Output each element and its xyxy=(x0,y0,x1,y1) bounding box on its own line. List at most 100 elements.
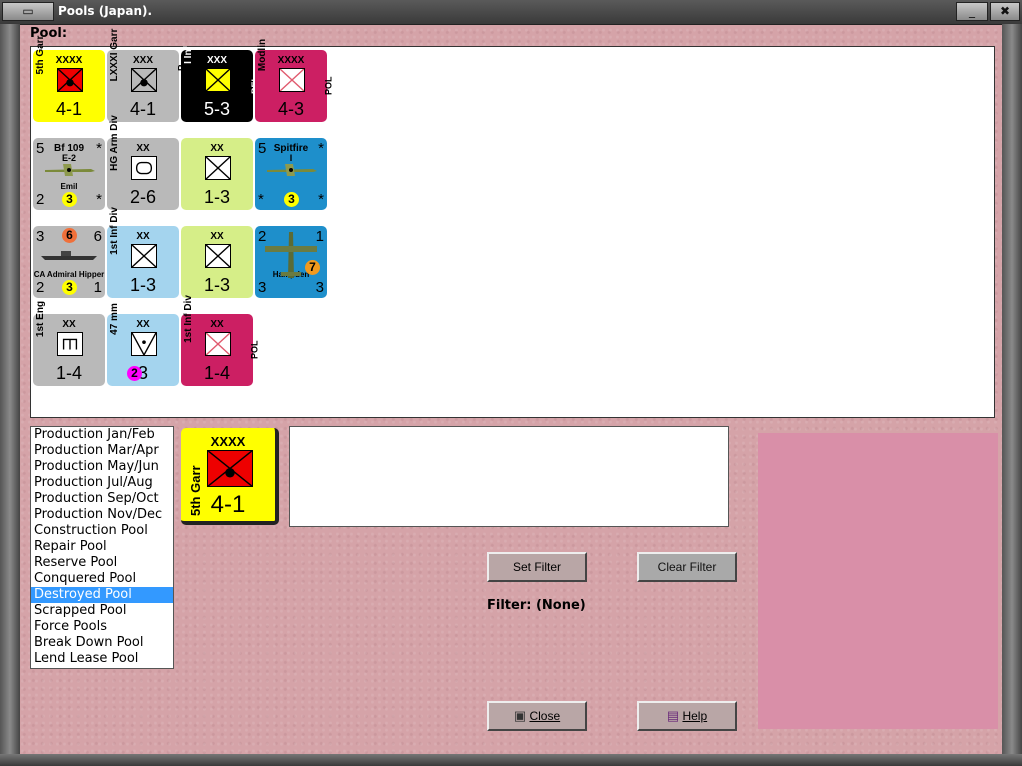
clear-filter-button[interactable]: Clear Filter xyxy=(637,552,737,582)
pool-type-list[interactable]: Production Jan/Feb Production Mar/Apr Prod… xyxy=(30,426,174,669)
counter-corner-value: 1 xyxy=(93,279,102,296)
unit-counter[interactable]: XXXX 5th Garr 4-1 xyxy=(33,36,105,122)
unit-symbol-icon xyxy=(205,156,231,180)
close-window-button[interactable]: ✖ xyxy=(990,2,1020,21)
book-icon: ▤ xyxy=(666,708,680,723)
counter-strength: 1-3 xyxy=(203,187,230,207)
counter-corner-value: 5 xyxy=(258,140,267,157)
frame-bottom xyxy=(0,754,1022,766)
counter-badge: 3 xyxy=(62,192,77,207)
pool-list-item[interactable]: Break Down Pool xyxy=(31,635,173,651)
minimize-button[interactable]: _ xyxy=(956,2,988,21)
pool-list-item[interactable]: Production Jul/Aug xyxy=(31,475,173,491)
unit-counter[interactable]: 2133Hampden7 xyxy=(255,226,327,298)
unit-symbol-icon xyxy=(279,68,305,92)
counter-name: LXXXI Garr xyxy=(109,28,120,82)
counter-corner-value: 5 xyxy=(36,140,45,157)
counter-name: I Inf xyxy=(183,46,194,64)
counter-strength: 3 xyxy=(137,363,148,383)
unit-counter[interactable]: XXXX Modlin POL 4-3 xyxy=(255,39,334,122)
counter-unit-name: CA Admiral Hipper xyxy=(33,270,105,279)
unit-symbol-icon xyxy=(131,68,157,92)
counter-name: 1st Inf Div xyxy=(109,207,120,255)
counter-strength: 5-3 xyxy=(203,99,230,119)
counter-corner-value: * xyxy=(96,140,102,157)
window-menu-icon[interactable]: ▭ xyxy=(2,2,54,21)
counter-nation: POL xyxy=(324,76,334,96)
bomber-plane-icon xyxy=(263,230,319,280)
counter-strength: 1-4 xyxy=(203,363,230,383)
title-bar[interactable]: ▭ Pools (Japan). _ ✖ xyxy=(0,0,1022,25)
unit-symbol-icon xyxy=(205,332,231,356)
fighter-plane-icon xyxy=(265,162,319,178)
unit-symbol-icon xyxy=(205,68,231,92)
unit-symbol-icon xyxy=(131,156,157,180)
unit-counter[interactable]: XX 1st Eng 1-4 xyxy=(33,301,105,386)
pools-window: ▭ Pools (Japan). _ ✖ Pool: XXXX 5th Garr 4… xyxy=(0,0,1022,766)
unit-symbol-icon xyxy=(57,68,83,92)
pool-list-item[interactable]: Destroyed Pool xyxy=(31,587,173,603)
help-button-label: Help xyxy=(682,709,708,723)
unit-counter[interactable]: XX 1st Inf Div POL 1-4 xyxy=(181,295,260,386)
counter-badge: 2 xyxy=(127,366,142,381)
counter-name: 47 mm xyxy=(109,303,120,335)
counter-corner-value: 3 xyxy=(315,279,324,296)
filter-status: Filter: (None) xyxy=(487,598,586,613)
counter-corner-value: 3 xyxy=(258,279,267,296)
frame-left xyxy=(0,24,20,754)
counter-name: 5th Garr xyxy=(35,35,46,75)
counter-corner-value: 3 xyxy=(36,228,45,245)
door-icon: ▣ xyxy=(513,708,527,723)
counter-badge: 3 xyxy=(62,280,77,295)
counter-corner-value: 2 xyxy=(36,191,45,208)
unit-counter[interactable]: XX 1-3 xyxy=(181,138,253,210)
unit-counter[interactable]: XXXI InfBEL5-3 xyxy=(181,46,260,122)
close-button-label: Close xyxy=(529,709,561,723)
garrison-symbol-icon xyxy=(207,450,253,487)
pool-list-item[interactable]: Repair Pool xyxy=(31,539,173,555)
counter-description-box xyxy=(289,426,729,527)
counter-corner-value: 6 xyxy=(93,228,102,245)
info-panel xyxy=(758,433,998,729)
pool-counter-area[interactable]: XXXX5th Garr4-1XXXLXXXI GarrR4-1XXXI Inf… xyxy=(30,29,995,418)
pool-list-item[interactable]: Construction Pool xyxy=(31,523,173,539)
unit-counter[interactable]: Bf 109 E-2 5 * 2 * Emil 3 xyxy=(33,138,105,210)
counter-nation: POL xyxy=(250,340,260,360)
unit-symbol-icon xyxy=(131,244,157,268)
selected-counter-size: XXXX xyxy=(210,434,246,449)
pool-list-item[interactable]: Production Sep/Oct xyxy=(31,491,173,507)
window-title: Pools (Japan). xyxy=(58,4,153,18)
counter-corner-value: * xyxy=(318,191,324,208)
pool-list-item[interactable]: Lend Lease Pool xyxy=(31,651,173,667)
unit-counter[interactable]: Spitfire I 5 * * * 3 xyxy=(255,138,327,210)
selected-counter-value: 4-1 xyxy=(210,491,246,518)
pool-list-item[interactable]: Conquered Pool xyxy=(31,571,173,587)
pool-list-item[interactable]: Scrapped Pool xyxy=(31,603,173,619)
pool-list-item[interactable]: Production Mar/Apr xyxy=(31,443,173,459)
unit-symbol-icon xyxy=(57,332,83,356)
counter-name: 1st Inf Div xyxy=(183,295,194,343)
frame-right xyxy=(1002,24,1022,754)
close-button[interactable]: ▣ Close xyxy=(487,701,587,731)
pool-list-item[interactable]: Production May/Jun xyxy=(31,459,173,475)
pool-list-item[interactable]: Force Pools xyxy=(31,619,173,635)
counter-corner-value: * xyxy=(96,191,102,208)
set-filter-button[interactable]: Set Filter xyxy=(487,552,587,582)
fighter-plane-icon xyxy=(43,162,97,178)
counter-badge: 6 xyxy=(62,228,77,243)
counter-corner-value: * xyxy=(318,140,324,157)
pool-list-item[interactable]: Reserve Pool xyxy=(31,555,173,571)
counter-name: HG Arm Div xyxy=(109,115,120,171)
counter-size: XX xyxy=(210,143,224,154)
counter-strength: 4-3 xyxy=(277,99,304,119)
pool-list-item[interactable]: Production Nov/Dec xyxy=(31,507,173,523)
unit-counter[interactable]: XX 47 mm 3 2 xyxy=(107,303,179,386)
selected-counter: XXXX 5th Garr 4-1 xyxy=(181,428,279,525)
counter-corner-value: * xyxy=(258,191,264,208)
counter-strength: 1-4 xyxy=(55,363,82,383)
unit-symbol-icon xyxy=(131,332,157,356)
counter-unit-name: Emil xyxy=(60,182,78,191)
help-button[interactable]: ▤ Help xyxy=(637,701,737,731)
pool-list-item[interactable]: Production Jan/Feb xyxy=(31,427,173,443)
counter-strength: 4-1 xyxy=(55,99,82,119)
